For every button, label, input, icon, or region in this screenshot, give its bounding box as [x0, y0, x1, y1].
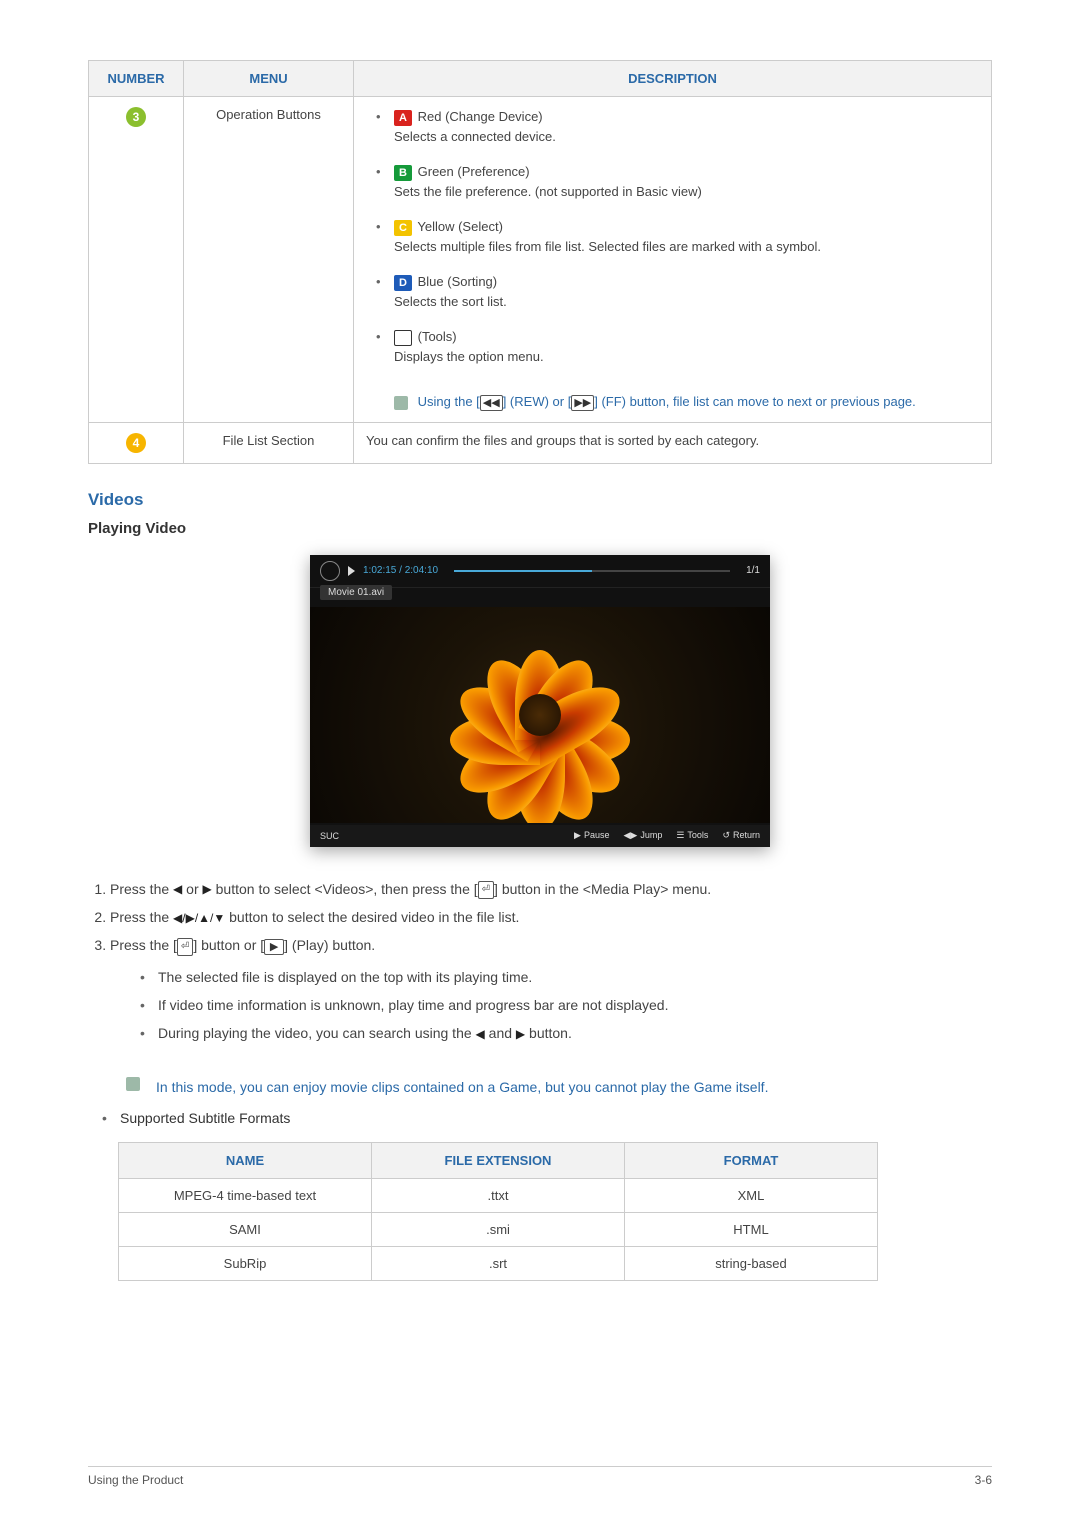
step-1: Press the ◀ or ▶ button to select <Video…	[110, 875, 992, 903]
op-green-title: Green (Preference)	[418, 164, 530, 179]
row3-desc: A Red (Change Device) Selects a connecte…	[354, 97, 992, 423]
player-counter: 1/1	[746, 565, 760, 576]
op-blue-title: Blue (Sorting)	[418, 274, 497, 289]
progress-bar	[454, 570, 730, 572]
subtitle-lead: Supported Subtitle Formats	[102, 1110, 992, 1126]
row3-num-cell: 3	[89, 97, 184, 423]
ctrl-jump: ◀▶Jump	[623, 830, 662, 841]
video-frame	[310, 607, 770, 823]
step-2: Press the ◀/▶/▲/▼ button to select the d…	[110, 903, 992, 931]
tools-icon	[394, 330, 412, 346]
ctrl-pause: ▶Pause	[574, 830, 609, 841]
th-number: NUMBER	[89, 61, 184, 97]
th-description: DESCRIPTION	[354, 61, 992, 97]
note-p1: Using the [	[418, 394, 480, 409]
note-rew: ] (REW) or [	[503, 394, 572, 409]
ctrl-return: ↺Return	[722, 830, 760, 841]
step3-sub-a: The selected file is displayed on the to…	[140, 963, 992, 991]
op-yellow: C Yellow (Select) Selects multiple files…	[366, 217, 979, 256]
video-player-screenshot: 1:02:15 / 2:04:10 1/1 Movie 01.avi SUC ▶…	[310, 555, 770, 847]
badge-3: 3	[126, 107, 146, 127]
ctrl-tools: ☰Tools	[676, 830, 708, 841]
op-blue: D Blue (Sorting) Selects the sort list.	[366, 272, 979, 311]
row4-num-cell: 4	[89, 422, 184, 463]
note-ff: ] (FF) button, file list can move to nex…	[594, 394, 916, 409]
row3-menu: Operation Buttons	[184, 97, 354, 423]
step3-sub-c: During playing the video, you can search…	[140, 1019, 992, 1047]
rew-button-icon: ◀◀	[480, 395, 503, 411]
op-red: A Red (Change Device) Selects a connecte…	[366, 107, 979, 146]
ff-button-icon: ▶▶	[571, 395, 594, 411]
th-menu: MENU	[184, 61, 354, 97]
op-tools: (Tools) Displays the option menu.	[366, 327, 979, 366]
note-icon-2	[126, 1077, 140, 1091]
op-red-title: Red (Change Device)	[418, 109, 543, 124]
subtitle-formats-table: NAME FILE EXTENSION FORMAT MPEG-4 time-b…	[118, 1142, 878, 1281]
page-footer: Using the Product 3-6	[88, 1466, 992, 1487]
player-source: SUC	[320, 831, 339, 841]
left-arrow-icon: ◀	[173, 880, 182, 899]
note-icon	[394, 396, 408, 410]
reel-icon	[320, 561, 340, 581]
step3-sub-b: If video time information is unknown, pl…	[140, 991, 992, 1019]
operation-table: NUMBER MENU DESCRIPTION 3 Operation Butt…	[88, 60, 992, 464]
row3-note: Using the [◀◀] (REW) or [▶▶] (FF) button…	[366, 382, 979, 412]
badge-4: 4	[126, 433, 146, 453]
nav-arrows-icon: ◀/▶/▲/▼	[173, 909, 225, 928]
op-tools-title: (Tools)	[418, 329, 457, 344]
mode-note-text: In this mode, you can enjoy movie clips …	[156, 1077, 768, 1098]
enter-button-icon-2: ⏎	[177, 938, 193, 956]
op-green: B Green (Preference) Sets the file prefe…	[366, 162, 979, 201]
play-button-icon: ▶	[264, 939, 284, 955]
blue-button-icon: D	[394, 275, 412, 291]
footer-left: Using the Product	[88, 1473, 183, 1487]
videos-heading: Videos	[88, 490, 992, 510]
op-yellow-desc: Selects multiple files from file list. S…	[394, 239, 821, 254]
yellow-button-icon: C	[394, 220, 412, 236]
player-time: 1:02:15 / 2:04:10	[363, 565, 438, 576]
right-arrow-small-icon: ▶	[516, 1025, 525, 1044]
footer-right: 3-6	[975, 1473, 992, 1487]
green-button-icon: B	[394, 165, 412, 181]
left-arrow-small-icon: ◀	[476, 1025, 485, 1044]
red-button-icon: A	[394, 110, 412, 126]
enter-button-icon: ⏎	[478, 881, 494, 899]
table-row: MPEG-4 time-based text .ttxt XML	[119, 1178, 878, 1212]
op-green-desc: Sets the file preference. (not supported…	[394, 184, 702, 199]
steps-list: Press the ◀ or ▶ button to select <Video…	[88, 875, 992, 1057]
row4-menu: File List Section	[184, 422, 354, 463]
row4-desc: You can confirm the files and groups tha…	[354, 422, 992, 463]
op-red-desc: Selects a connected device.	[394, 129, 556, 144]
step-3: Press the [⏎] button or [▶] (Play) butto…	[110, 931, 992, 1057]
table-row: SAMI .smi HTML	[119, 1212, 878, 1246]
op-yellow-title: Yellow (Select)	[417, 219, 503, 234]
sth-name: NAME	[119, 1142, 372, 1178]
player-filename: Movie 01.avi	[320, 585, 392, 600]
sth-format: FORMAT	[625, 1142, 878, 1178]
play-indicator-icon	[348, 566, 355, 576]
playing-video-heading: Playing Video	[88, 520, 992, 537]
op-tools-desc: Displays the option menu.	[394, 349, 544, 364]
sth-ext: FILE EXTENSION	[372, 1142, 625, 1178]
mode-note: In this mode, you can enjoy movie clips …	[88, 1067, 992, 1110]
table-row: SubRip .srt string-based	[119, 1246, 878, 1280]
subtitle-lead-list: Supported Subtitle Formats	[88, 1110, 992, 1126]
op-blue-desc: Selects the sort list.	[394, 294, 507, 309]
right-arrow-icon: ▶	[203, 880, 212, 899]
